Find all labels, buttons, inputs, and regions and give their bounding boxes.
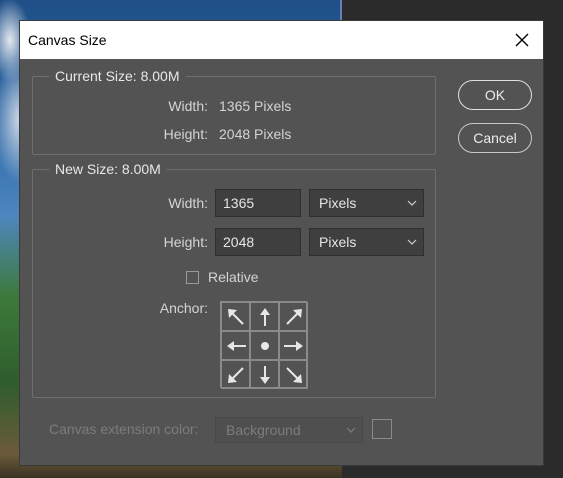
arrow-up-right-icon [285, 308, 302, 325]
anchor-left[interactable] [221, 331, 250, 360]
arrow-up-icon [259, 307, 270, 326]
height-unit-select[interactable]: Pixels [309, 228, 424, 256]
relative-label: Relative [208, 269, 259, 285]
width-unit-select[interactable]: Pixels [309, 189, 424, 217]
canvas-extension-color-label: Canvas extension color: [49, 421, 199, 437]
ok-button[interactable]: OK [458, 80, 532, 110]
anchor-grid [220, 301, 308, 389]
current-height-label: Height: [163, 126, 208, 142]
new-height-label: Height: [163, 234, 208, 250]
anchor-label: Anchor: [159, 300, 208, 316]
dialog-titlebar: Canvas Size [20, 21, 543, 59]
new-height-input[interactable] [215, 228, 301, 256]
new-width-input[interactable] [215, 189, 301, 217]
close-button[interactable] [509, 27, 535, 53]
extension-color-swatch[interactable] [372, 419, 392, 439]
cancel-button[interactable]: Cancel [458, 123, 532, 153]
new-width-label: Width: [168, 195, 208, 211]
current-width-value: 1365 Pixels [219, 98, 292, 114]
anchor-right[interactable] [279, 331, 308, 360]
anchor-bottom[interactable] [250, 360, 279, 389]
chevron-down-icon [346, 427, 356, 433]
current-size-legend: Current Size: 8.00M [55, 68, 180, 84]
arrow-down-right-icon [285, 366, 302, 383]
chevron-down-icon [407, 239, 417, 245]
close-icon [515, 33, 529, 47]
anchor-bottom-right[interactable] [279, 360, 308, 389]
anchor-dot-icon [260, 341, 269, 350]
anchor-top[interactable] [250, 302, 279, 331]
current-height-value: 2048 Pixels [219, 126, 292, 142]
anchor-top-left[interactable] [221, 302, 250, 331]
dialog-title: Canvas Size [28, 32, 107, 48]
chevron-down-icon [407, 200, 417, 206]
anchor-top-right[interactable] [279, 302, 308, 331]
current-width-label: Width: [168, 98, 208, 114]
anchor-bottom-left[interactable] [221, 360, 250, 389]
new-size-legend: New Size: 8.00M [55, 161, 161, 177]
arrow-up-left-icon [227, 308, 244, 325]
canvas-extension-color-value: Background [226, 422, 301, 438]
background-divider [340, 0, 342, 20]
height-unit-value: Pixels [319, 234, 357, 250]
width-unit-value: Pixels [319, 195, 357, 211]
canvas-extension-color-select[interactable]: Background [215, 417, 363, 443]
canvas-size-dialog: Canvas Size Current Size: 8.00M Width: 1… [19, 20, 544, 466]
relative-checkbox[interactable] [186, 271, 199, 284]
arrow-right-icon [283, 340, 303, 351]
arrow-down-left-icon [227, 366, 244, 383]
arrow-down-icon [259, 365, 270, 384]
anchor-center[interactable] [250, 331, 279, 360]
arrow-left-icon [226, 340, 246, 351]
